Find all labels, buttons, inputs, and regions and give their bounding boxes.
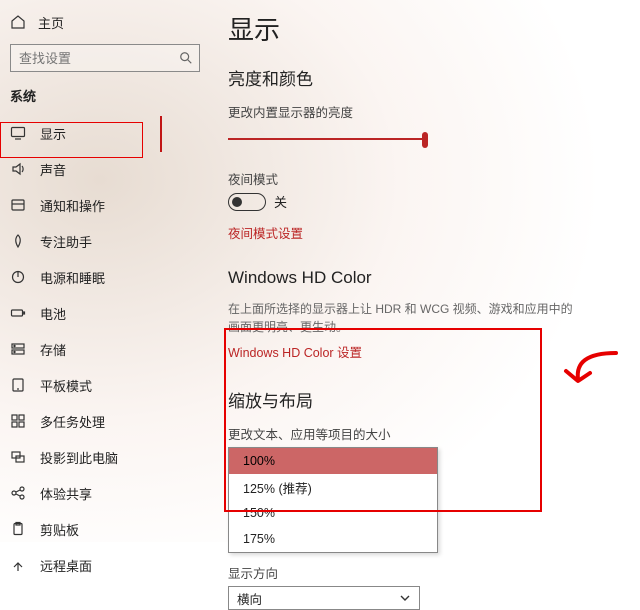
battery-icon [10, 305, 26, 321]
search-input[interactable] [19, 51, 159, 66]
toggle-switch-off[interactable] [228, 193, 266, 211]
sidebar-item-label: 剪贴板 [40, 520, 79, 539]
nightlight-toggle[interactable]: 关 [228, 192, 628, 211]
notification-icon [10, 197, 26, 213]
display-icon [10, 125, 26, 141]
hdcolor-heading: Windows HD Color [228, 268, 628, 288]
sidebar-item-label: 显示 [40, 124, 66, 143]
sidebar-item-label: 电源和睡眠 [40, 268, 105, 287]
sidebar-section-header: 系统 [0, 84, 210, 115]
scale-option-125[interactable]: 125% (推荐) [229, 474, 437, 500]
sidebar: 主页 系统 显示 声音 通知和操作 专注助手 电源和睡眠 电池 存储 平板模式 [0, 0, 210, 542]
sound-icon [10, 161, 26, 177]
hdcolor-link[interactable]: Windows HD Color 设置 [228, 342, 628, 361]
sidebar-item-power[interactable]: 电源和睡眠 [0, 259, 210, 295]
home-row[interactable]: 主页 [0, 6, 210, 38]
orientation-value: 横向 [237, 589, 262, 608]
brightness-slider[interactable] [228, 125, 428, 155]
sidebar-item-remote[interactable]: 远程桌面 [0, 547, 210, 583]
sidebar-item-label: 通知和操作 [40, 196, 105, 215]
search-box[interactable] [10, 44, 200, 72]
tablet-icon [10, 377, 26, 393]
sidebar-item-tablet[interactable]: 平板模式 [0, 367, 210, 403]
clipboard-icon [10, 521, 26, 537]
sidebar-item-label: 平板模式 [40, 376, 92, 395]
sidebar-item-shared[interactable]: 体验共享 [0, 475, 210, 511]
sidebar-item-display[interactable]: 显示 [0, 115, 210, 151]
scale-dropdown-open[interactable]: 100% 125% (推荐) 150% 175% [228, 447, 438, 553]
power-icon [10, 269, 26, 285]
sidebar-item-label: 存储 [40, 340, 66, 359]
sidebar-item-label: 投影到此电脑 [40, 448, 118, 467]
sidebar-item-label: 电池 [40, 304, 66, 323]
scale-option-175[interactable]: 175% [229, 526, 437, 552]
sidebar-item-project[interactable]: 投影到此电脑 [0, 439, 210, 475]
page-title: 显示 [228, 10, 628, 47]
brightness-slider-label: 更改内置显示器的亮度 [228, 102, 628, 121]
orientation-label: 显示方向 [228, 563, 628, 582]
scale-option-100[interactable]: 100% [229, 448, 437, 474]
sidebar-item-battery[interactable]: 电池 [0, 295, 210, 331]
sidebar-item-multitask[interactable]: 多任务处理 [0, 403, 210, 439]
search-icon [179, 51, 193, 65]
sidebar-item-label: 专注助手 [40, 232, 92, 251]
nightlight-settings-link[interactable]: 夜间模式设置 [228, 223, 628, 242]
sidebar-item-storage[interactable]: 存储 [0, 331, 210, 367]
focus-icon [10, 233, 26, 249]
chevron-down-icon [399, 592, 411, 604]
scale-label: 更改文本、应用等项目的大小 [228, 424, 628, 443]
sidebar-item-label: 体验共享 [40, 484, 92, 503]
multitask-icon [10, 413, 26, 429]
sidebar-item-label: 声音 [40, 160, 66, 179]
content-pane: 显示 亮度和颜色 更改内置显示器的亮度 夜间模式 关 夜间模式设置 Window… [228, 10, 628, 610]
brightness-heading: 亮度和颜色 [228, 65, 628, 90]
orientation-dropdown[interactable]: 横向 [228, 586, 420, 610]
sidebar-item-label: 多任务处理 [40, 412, 105, 431]
sidebar-item-sound[interactable]: 声音 [0, 151, 210, 187]
scale-heading: 缩放与布局 [228, 387, 628, 412]
share-icon [10, 485, 26, 501]
home-icon [10, 14, 26, 30]
project-icon [10, 449, 26, 465]
sidebar-item-notifications[interactable]: 通知和操作 [0, 187, 210, 223]
sidebar-item-label: 远程桌面 [40, 556, 92, 575]
hdcolor-description: 在上面所选择的显示器上让 HDR 和 WCG 视频、游戏和应用中的画面更明亮、更… [228, 300, 578, 336]
scale-option-150[interactable]: 150% [229, 500, 437, 526]
nightlight-state: 关 [274, 192, 287, 211]
nightlight-label: 夜间模式 [228, 169, 628, 188]
home-label: 主页 [38, 13, 64, 32]
remote-icon [10, 557, 26, 573]
storage-icon [10, 341, 26, 357]
sidebar-item-focus-assist[interactable]: 专注助手 [0, 223, 210, 259]
